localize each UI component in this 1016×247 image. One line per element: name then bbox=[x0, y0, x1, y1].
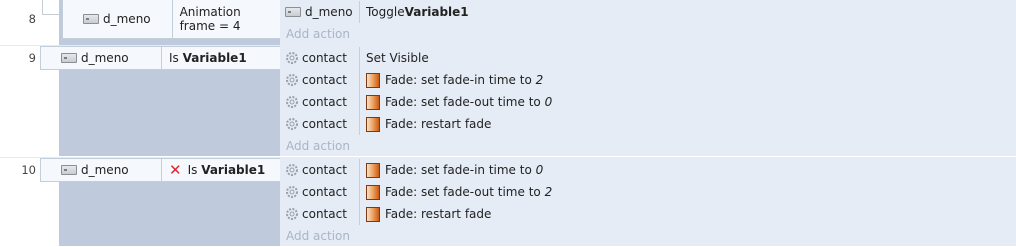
add-action-link[interactable]: Add action bbox=[280, 135, 350, 157]
action-text: Set Visible bbox=[360, 47, 429, 69]
condition-text: Animation frame = 4 bbox=[173, 0, 280, 38]
fade-behavior-icon bbox=[366, 94, 380, 110]
event-separator bbox=[0, 157, 1016, 158]
fade-behavior-icon bbox=[366, 184, 380, 200]
condition-object: d_meno bbox=[41, 159, 162, 181]
add-action-link[interactable]: Add action bbox=[280, 23, 350, 45]
condition-column[interactable] bbox=[59, 68, 280, 156]
action-text: Fade: set fade-in time to 0 bbox=[360, 159, 543, 181]
action-object: contact bbox=[280, 159, 360, 181]
condition-object-name: d_meno bbox=[103, 12, 151, 26]
action-object: contact bbox=[280, 113, 360, 135]
action-object: contact bbox=[280, 181, 360, 203]
action-text-part: Set Visible bbox=[366, 51, 429, 65]
action-param-value: 0 bbox=[535, 163, 544, 177]
action-text-part: Fade: restart fade bbox=[385, 117, 492, 131]
condition-text: ✕ Is Variable1 bbox=[162, 159, 265, 181]
action-row[interactable]: contact Fade: set fade-in time to 2 bbox=[280, 69, 1016, 91]
action-object-name: contact bbox=[302, 163, 347, 177]
action-object: contact bbox=[280, 203, 360, 225]
action-object-name: contact bbox=[302, 117, 347, 131]
subevent-connector bbox=[42, 0, 60, 15]
gear-icon bbox=[286, 118, 298, 130]
action-text: Fade: restart fade bbox=[360, 203, 491, 225]
action-object: contact bbox=[280, 69, 360, 91]
action-row[interactable]: contact Fade: restart fade bbox=[280, 203, 1016, 225]
event-number: 8 bbox=[28, 12, 36, 26]
gear-icon bbox=[286, 164, 298, 176]
action-param-value: 0 bbox=[544, 95, 553, 109]
fade-behavior-icon bbox=[366, 72, 380, 88]
condition-object: d_meno bbox=[63, 0, 173, 38]
gear-icon bbox=[286, 74, 298, 86]
fade-behavior-icon bbox=[366, 162, 380, 178]
fade-behavior-icon bbox=[366, 116, 380, 132]
action-param-value: 2 bbox=[535, 73, 544, 87]
fade-behavior-icon bbox=[366, 206, 380, 222]
condition-column[interactable] bbox=[59, 180, 280, 246]
gear-icon bbox=[286, 96, 298, 108]
action-text-part: Fade: set fade-in time to bbox=[385, 163, 532, 177]
action-object: contact bbox=[280, 47, 360, 69]
action-object: d_meno bbox=[280, 1, 360, 23]
object-icon bbox=[61, 53, 77, 63]
condition-text-part: Is bbox=[169, 51, 179, 65]
event-separator bbox=[0, 45, 1016, 46]
action-variable-name: Variable1 bbox=[404, 5, 469, 19]
action-object-name: contact bbox=[302, 51, 347, 65]
action-row[interactable]: contact Fade: set fade-out time to 2 bbox=[280, 181, 1016, 203]
event-number: 9 bbox=[28, 51, 36, 65]
action-text-part: Toggle bbox=[366, 5, 405, 19]
condition-text: Is Variable1 bbox=[162, 47, 247, 69]
condition-object-name: d_meno bbox=[81, 163, 129, 177]
event-number: 10 bbox=[21, 163, 36, 177]
action-row[interactable]: contact Fade: restart fade bbox=[280, 113, 1016, 135]
action-row[interactable]: contact Set Visible bbox=[280, 47, 1016, 69]
action-text: Fade: set fade-out time to 2 bbox=[360, 181, 552, 203]
action-object-name: contact bbox=[302, 95, 347, 109]
condition-row[interactable]: d_meno ✕ Is Variable1 bbox=[40, 158, 282, 182]
condition-object: d_meno bbox=[41, 47, 162, 69]
gear-icon bbox=[286, 208, 298, 220]
action-text-part: Fade: restart fade bbox=[385, 207, 492, 221]
object-icon bbox=[285, 7, 301, 17]
action-text: Fade: set fade-out time to 0 bbox=[360, 91, 552, 113]
action-object: contact bbox=[280, 91, 360, 113]
condition-variable-name: Variable1 bbox=[201, 163, 266, 177]
object-icon bbox=[61, 165, 77, 175]
action-text-part: Fade: set fade-out time to bbox=[385, 95, 541, 109]
action-text: Fade: restart fade bbox=[360, 113, 491, 135]
condition-text-value: Animation frame = 4 bbox=[179, 5, 241, 33]
condition-object-name: d_meno bbox=[81, 51, 129, 65]
action-param-value: 2 bbox=[544, 185, 553, 199]
condition-variable-name: Variable1 bbox=[182, 51, 247, 65]
action-object-name: contact bbox=[302, 73, 347, 87]
invert-x-icon: ✕ bbox=[169, 161, 182, 179]
action-text-part: Fade: set fade-in time to bbox=[385, 73, 532, 87]
action-text-part: Fade: set fade-out time to bbox=[385, 185, 541, 199]
object-icon bbox=[83, 14, 99, 24]
action-row[interactable]: contact Fade: set fade-out time to 0 bbox=[280, 91, 1016, 113]
action-text: Toggle Variable1 bbox=[360, 1, 469, 23]
action-text: Fade: set fade-in time to 2 bbox=[360, 69, 543, 91]
action-row[interactable]: contact Fade: set fade-in time to 0 bbox=[280, 159, 1016, 181]
action-object-name: contact bbox=[302, 185, 347, 199]
condition-row[interactable]: d_meno Is Variable1 bbox=[40, 46, 282, 70]
action-object-name: contact bbox=[302, 207, 347, 221]
action-object-name: d_meno bbox=[305, 5, 353, 19]
gear-icon bbox=[286, 186, 298, 198]
action-row[interactable]: d_meno Toggle Variable1 bbox=[280, 1, 1016, 23]
condition-row[interactable]: d_meno Animation frame = 4 bbox=[62, 0, 281, 39]
add-action-link[interactable]: Add action bbox=[280, 225, 350, 247]
condition-text-part: Is bbox=[187, 163, 198, 177]
gear-icon bbox=[286, 52, 298, 64]
